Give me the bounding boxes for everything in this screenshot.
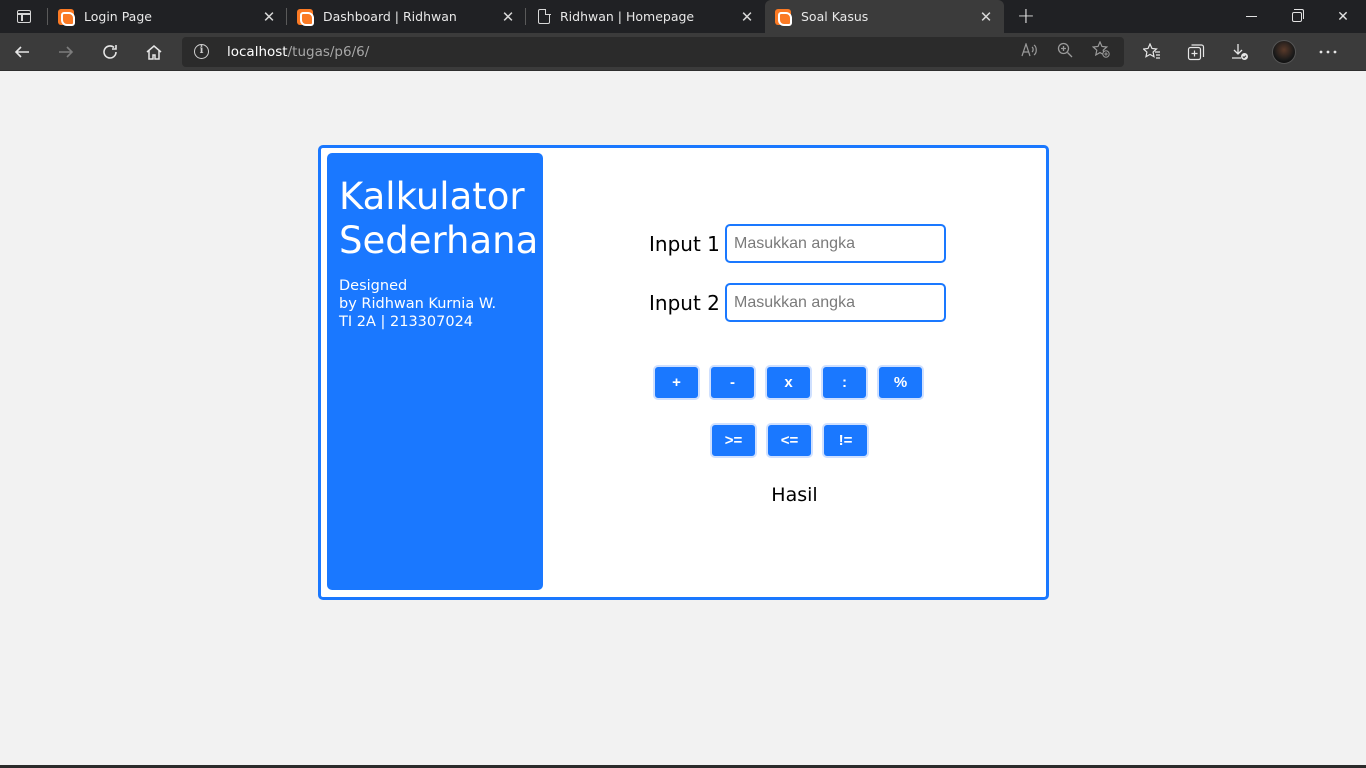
home-button[interactable] [132,33,176,71]
close-icon[interactable]: ✕ [500,9,516,25]
download-icon [1232,43,1248,60]
calculator-form: Input 1 Input 2 + - x : % >= <= != Hasil [543,148,1046,597]
operator-row-2: >= <= != [710,423,869,458]
tab-title: Login Page [84,9,152,24]
tab-actions-button[interactable] [0,0,48,33]
close-icon[interactable]: ✕ [978,9,994,25]
downloads-button[interactable] [1218,33,1262,71]
restore-icon [1292,8,1304,22]
calculator-sidebar: Kalkulator Sederhana Designed by Ridhwan… [327,153,543,590]
collections-icon [1187,43,1205,60]
tab-dashboard[interactable]: Dashboard | Ridhwan ✕ [287,0,526,33]
tab-login-page[interactable]: Login Page ✕ [48,0,287,33]
browser-toolbar: i localhost/tugas/p6/6/ [0,33,1366,71]
info-icon[interactable]: i [194,44,209,59]
collections-button[interactable] [1174,33,1218,71]
designer-credit: Designed by Ridhwan Kurnia W. TI 2A | 21… [339,278,497,330]
favorites-icon [1143,43,1160,59]
close-icon[interactable]: ✕ [261,9,277,25]
refresh-icon [103,44,117,59]
forward-button[interactable] [44,33,88,71]
address-bar[interactable]: i localhost/tugas/p6/6/ [182,36,1124,67]
input1-label: Input 1 [649,231,720,256]
not-equal-button[interactable]: != [822,423,869,458]
xampp-icon [775,8,792,26]
page-icon [538,8,551,24]
xampp-icon [297,8,314,26]
modulo-button[interactable]: % [877,365,924,400]
minimize-button[interactable] [1228,0,1274,33]
divide-button[interactable]: : [821,365,868,400]
calculator-title: Kalkulator Sederhana [339,175,539,262]
close-icon: ✕ [1337,8,1349,25]
xampp-icon [58,8,75,26]
add-favorite-icon[interactable] [1090,40,1112,62]
forward-arrow-icon [59,45,74,58]
tab-strip: Login Page ✕ Dashboard | Ridhwan ✕ Ridhw… [0,0,1366,33]
input-row-2: Input 2 [649,283,946,322]
new-tab-button[interactable]: + [1004,0,1048,33]
input1-field[interactable] [725,224,946,263]
result-label: Hasil [771,484,818,506]
tab-actions-icon [17,10,31,23]
back-arrow-icon [14,45,29,58]
input2-field[interactable] [725,283,946,322]
minimize-icon [1245,16,1257,17]
tab-title: Ridhwan | Homepage [560,9,695,24]
operator-row-1: + - x : % [653,365,924,400]
settings-menu-button[interactable] [1306,33,1350,71]
multiply-button[interactable]: x [765,365,812,400]
tab-title: Soal Kasus [801,9,869,24]
window-controls: ✕ [1228,0,1366,33]
close-window-button[interactable]: ✕ [1320,0,1366,33]
calculator-card: Kalkulator Sederhana Designed by Ridhwan… [318,145,1049,600]
tab-soal-kasus[interactable]: Soal Kasus ✕ [765,0,1004,33]
close-icon[interactable]: ✕ [739,9,755,25]
input2-label: Input 2 [649,290,720,315]
url-text: localhost/tugas/p6/6/ [227,43,370,60]
read-aloud-icon[interactable] [1018,41,1040,61]
home-icon [146,44,162,60]
refresh-button[interactable] [88,33,132,71]
greater-equal-button[interactable]: >= [710,423,757,458]
more-dots-icon [1319,50,1337,53]
less-equal-button[interactable]: <= [766,423,813,458]
zoom-icon[interactable] [1054,42,1076,62]
tab-homepage[interactable]: Ridhwan | Homepage ✕ [526,0,765,33]
tab-title: Dashboard | Ridhwan [323,9,457,24]
avatar [1272,39,1296,64]
subtract-button[interactable]: - [709,365,756,400]
add-button[interactable]: + [653,365,700,400]
restore-button[interactable] [1274,0,1320,33]
input-row-1: Input 1 [649,224,946,263]
back-button[interactable] [0,33,44,71]
profile-button[interactable] [1262,33,1306,71]
favorites-button[interactable] [1130,33,1174,71]
